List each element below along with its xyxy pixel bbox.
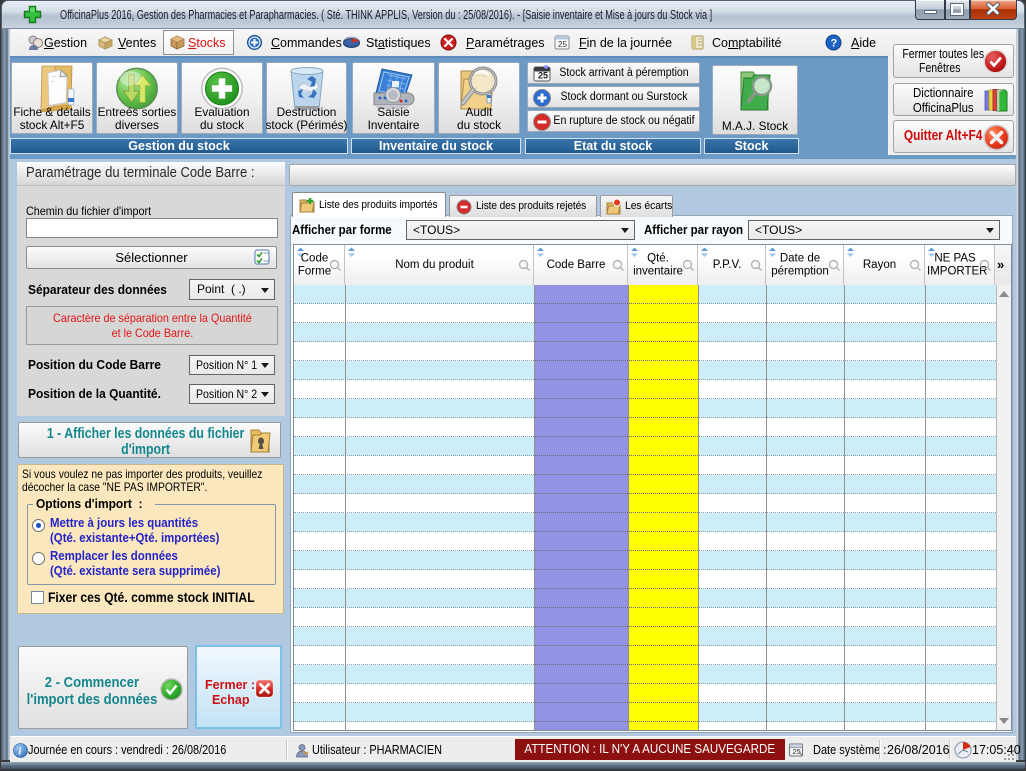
- svg-text:25: 25: [558, 40, 567, 49]
- svg-text:i: i: [19, 747, 22, 758]
- svg-text:25: 25: [793, 747, 801, 756]
- svg-text:?: ?: [831, 38, 838, 50]
- svg-text:25: 25: [538, 71, 548, 81]
